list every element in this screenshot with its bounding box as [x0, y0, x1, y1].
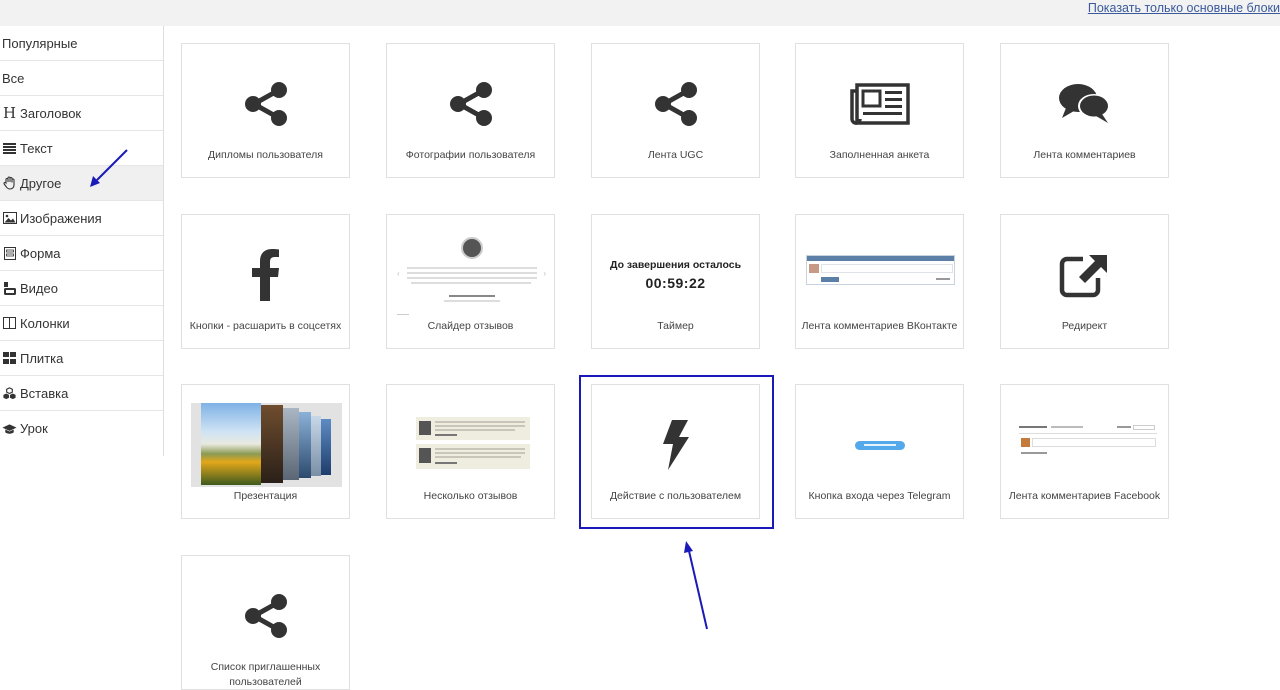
share-icon [182, 64, 349, 144]
image-icon [2, 211, 17, 225]
sidebar-item-video[interactable]: Видео [0, 271, 163, 306]
block-card-label: Таймер [657, 320, 694, 332]
timer-preview: До завершения осталось 00:59:22 [592, 259, 759, 291]
sidebar-item-label: Плитка [20, 350, 64, 366]
block-card-label: Заполненная анкета [829, 149, 930, 161]
share-icon [592, 64, 759, 144]
sidebar-item-label: Изображения [20, 210, 102, 226]
telegram-button-preview [855, 441, 905, 450]
block-card-review-slider[interactable]: ‹ › Слайдер отзывов [386, 214, 555, 349]
block-card-fb-comments[interactable]: Лента комментариев Facebook [1000, 384, 1169, 519]
block-card-timer[interactable]: До завершения осталось 00:59:22 Таймер [591, 214, 760, 349]
sidebar-item-label: Заголовок [20, 105, 82, 121]
text-lines-icon [2, 141, 17, 155]
newspaper-icon [796, 64, 963, 144]
block-card-user-diplomas[interactable]: Дипломы пользователя [181, 43, 350, 178]
external-link-icon [1001, 235, 1168, 315]
sidebar-item-form[interactable]: Форма [0, 236, 163, 271]
sidebar-item-tiles[interactable]: Плитка [0, 341, 163, 376]
hand-icon [2, 176, 17, 190]
block-card-label: Фотографии пользователя [405, 149, 536, 161]
block-card-label: Редирект [1061, 320, 1108, 332]
sidebar-item-label: Колонки [20, 315, 70, 331]
sidebar-item-label: Популярные [2, 35, 78, 51]
sidebar-item-label: Урок [20, 421, 48, 436]
graduation-cap-icon [2, 422, 17, 436]
block-card-comments-feed[interactable]: Лента комментариев [1000, 43, 1169, 178]
block-card-label: Кнопки - расшарить в соцсетях [189, 320, 342, 332]
block-card-label: Лента комментариев ВКонтакте [801, 320, 958, 332]
block-card-label: Дипломы пользователя [208, 149, 323, 161]
sidebar-item-label: Другое [20, 175, 62, 191]
block-card-user-action[interactable]: Действие с пользователем [591, 384, 760, 519]
bolt-icon [592, 405, 759, 485]
sidebar-item-heading[interactable]: H Заголовок [0, 96, 163, 131]
presentation-preview [191, 403, 342, 487]
block-card-ugc-feed[interactable]: Лента UGC [591, 43, 760, 178]
share-icon [182, 576, 349, 656]
block-card-label: Список приглашенных пользователей [210, 661, 321, 688]
block-card-filled-form[interactable]: Заполненная анкета [795, 43, 964, 178]
category-sidebar: Популярные Все H Заголовок Текст Другое … [0, 26, 164, 456]
block-card-label: Слайдер отзывов [427, 320, 514, 332]
block-card-label: Кнопка входа через Telegram [808, 490, 951, 502]
sidebar-item-label: Видео [20, 280, 58, 296]
sidebar-item-all[interactable]: Все [0, 61, 163, 96]
sidebar-item-label: Текст [20, 140, 53, 156]
top-bar: Показать только основные блоки [0, 0, 1280, 26]
arrow-to-user-action-block [684, 541, 708, 630]
sidebar-item-popular[interactable]: Популярные [0, 26, 163, 61]
sidebar-item-columns[interactable]: Колонки [0, 306, 163, 341]
block-card-user-photos[interactable]: Фотографии пользователя [386, 43, 555, 178]
block-card-label: Действие с пользователем [609, 490, 742, 502]
sidebar-item-text[interactable]: Текст [0, 131, 163, 166]
sidebar-item-other[interactable]: Другое [0, 166, 163, 201]
sidebar-item-label: Форма [20, 245, 61, 261]
timer-title: До завершения осталось [609, 259, 742, 271]
sidebar-item-label: Вставка [20, 385, 69, 401]
block-card-label: Презентация [233, 490, 298, 502]
block-card-invited-users[interactable]: Список приглашенных пользователей [181, 555, 350, 690]
reviews-list-preview [416, 417, 530, 469]
comments-icon [1001, 64, 1168, 144]
cubes-icon [2, 386, 17, 400]
block-card-telegram-login[interactable]: Кнопка входа через Telegram [795, 384, 964, 519]
youtube-icon [2, 281, 17, 295]
sidebar-item-lesson[interactable]: Урок [0, 411, 163, 446]
block-card-label: Лента комментариев Facebook [1008, 490, 1161, 502]
form-icon [2, 246, 17, 260]
review-slider-preview: ‹ › [397, 235, 546, 315]
tiles-icon [2, 351, 17, 365]
block-card-vk-comments[interactable]: Лента комментариев ВКонтакте [795, 214, 964, 349]
show-basic-blocks-link[interactable]: Показать только основные блоки [1088, 1, 1280, 15]
vk-comments-preview [806, 255, 955, 285]
share-icon [387, 64, 554, 144]
columns-icon [2, 316, 17, 330]
timer-value: 00:59:22 [645, 275, 706, 291]
heading-icon: H [2, 104, 17, 122]
block-card-label: Несколько отзывов [423, 490, 518, 502]
fb-comments-preview [1019, 425, 1157, 457]
facebook-icon [182, 235, 349, 315]
sidebar-item-label: Все [2, 70, 25, 86]
block-card-presentation[interactable]: Презентация [181, 384, 350, 519]
block-card-label: Лента комментариев [1033, 149, 1136, 161]
block-card-share-buttons[interactable]: Кнопки - расшарить в соцсетях [181, 214, 350, 349]
block-card-label: Лента UGC [647, 149, 704, 161]
sidebar-item-embed[interactable]: Вставка [0, 376, 163, 411]
sidebar-item-images[interactable]: Изображения [0, 201, 163, 236]
block-card-several-reviews[interactable]: Несколько отзывов [386, 384, 555, 519]
block-card-redirect[interactable]: Редирект [1000, 214, 1169, 349]
